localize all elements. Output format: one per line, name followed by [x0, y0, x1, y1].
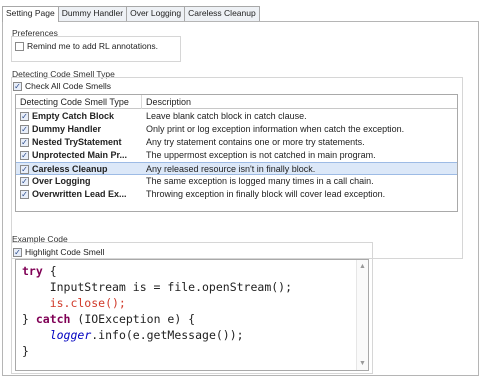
smell-type-cell: ✓ Overwritten Lead Ex...: [20, 188, 142, 201]
smell-type-label: Over Logging: [32, 176, 91, 186]
table-row[interactable]: ✓ Empty Catch Block Leave blank catch bloc…: [16, 110, 457, 123]
scroll-up-icon[interactable]: ▲: [359, 263, 366, 270]
smell-description-cell: The same exception is logged many times …: [146, 176, 374, 186]
smell-description-cell: Throwing exception in finally block will…: [146, 189, 386, 199]
code-line-2: InputStream is = file.openStream();: [22, 280, 293, 294]
checkbox-checked-icon[interactable]: ✓: [20, 112, 29, 122]
table-row[interactable]: ✓ Over Logging The same exception is logge…: [16, 175, 457, 188]
smell-description-cell: Any try statement contains one or more t…: [146, 137, 365, 147]
code-line-3-highlighted: is.close();: [22, 296, 126, 310]
table-row[interactable]: ✓ Overwritten Lead Ex... Throwing exceptio…: [16, 188, 457, 201]
checkbox-unchecked-icon[interactable]: [15, 42, 24, 52]
code-line-5: logger.info(e.getMessage());: [49, 328, 244, 342]
example-code-editor[interactable]: try { InputStream is = file.openStream()…: [15, 259, 369, 371]
checkbox-checked-icon[interactable]: ✓: [20, 151, 29, 161]
smell-description-cell: Only print or log exception information …: [146, 124, 405, 134]
smell-type-cell: ✓ Empty Catch Block: [20, 110, 142, 123]
check-all-option[interactable]: ✓ Check All Code Smells: [13, 81, 111, 92]
smell-type-label: Unprotected Main Pr...: [32, 150, 128, 160]
checkbox-checked-icon[interactable]: ✓: [13, 248, 22, 258]
check-all-label: Check All Code Smells: [25, 81, 111, 91]
checkbox-checked-icon[interactable]: ✓: [13, 82, 22, 92]
tab-setting-page[interactable]: Setting Page: [2, 6, 59, 22]
tab-bar: Setting Page Dummy Handler Over Logging …: [2, 6, 260, 22]
smell-type-cell: ✓ Unprotected Main Pr...: [20, 149, 142, 162]
code-line-6: }: [22, 344, 29, 358]
checkbox-checked-icon[interactable]: ✓: [20, 125, 29, 135]
smell-type-label: Nested TryStatement: [32, 137, 122, 147]
column-header-type[interactable]: Detecting Code Smell Type: [16, 95, 142, 109]
checkbox-checked-icon[interactable]: ✓: [20, 190, 29, 200]
smell-type-label: Empty Catch Block: [32, 111, 115, 121]
checkbox-checked-icon[interactable]: ✓: [20, 138, 29, 148]
code-smell-table: Detecting Code Smell Type Description ✓ E…: [15, 94, 458, 212]
smell-type-label: Dummy Handler: [32, 124, 102, 134]
code-line-1: try {: [22, 264, 57, 278]
code-scrollbar[interactable]: ▲ ▼: [356, 260, 368, 370]
checkbox-checked-icon[interactable]: ✓: [20, 165, 29, 175]
tab-dummy-handler[interactable]: Dummy Handler: [57, 6, 128, 21]
remind-annotations-label: Remind me to add RL annotations.: [27, 41, 159, 51]
smell-type-label: Careless Cleanup: [32, 164, 108, 174]
highlight-smell-option[interactable]: ✓ Highlight Code Smell: [13, 247, 105, 258]
smell-type-cell: ✓ Nested TryStatement: [20, 136, 142, 149]
smell-description-cell: Leave blank catch block in catch clause.: [146, 111, 307, 121]
scroll-down-icon[interactable]: ▼: [359, 360, 366, 367]
table-row[interactable]: ✓ Careless Cleanup Any released resource i…: [16, 162, 457, 175]
table-row[interactable]: ✓ Nested TryStatement Any try statement co…: [16, 136, 457, 149]
column-header-description[interactable]: Description: [142, 95, 191, 109]
checkbox-checked-icon[interactable]: ✓: [20, 177, 29, 187]
tab-careless-cleanup[interactable]: Careless Cleanup: [184, 6, 260, 21]
table-header: Detecting Code Smell Type Description: [16, 95, 457, 109]
remind-annotations-option[interactable]: Remind me to add RL annotations.: [15, 41, 159, 52]
tab-over-logging[interactable]: Over Logging: [126, 6, 186, 21]
table-row[interactable]: ✓ Dummy Handler Only print or log exceptio…: [16, 123, 457, 136]
smell-type-label: Overwritten Lead Ex...: [32, 189, 127, 199]
smell-type-cell: ✓ Over Logging: [20, 175, 142, 188]
settings-panel: Preferences Remind me to add RL annotati…: [2, 21, 479, 376]
smell-description-cell: The uppermost exception is not catched i…: [146, 150, 376, 160]
code-line-4: } catch (IOException e) {: [22, 312, 196, 326]
table-row[interactable]: ✓ Unprotected Main Pr... The uppermost exc…: [16, 149, 457, 162]
smell-type-cell: ✓ Dummy Handler: [20, 123, 142, 136]
highlight-smell-label: Highlight Code Smell: [25, 247, 105, 257]
